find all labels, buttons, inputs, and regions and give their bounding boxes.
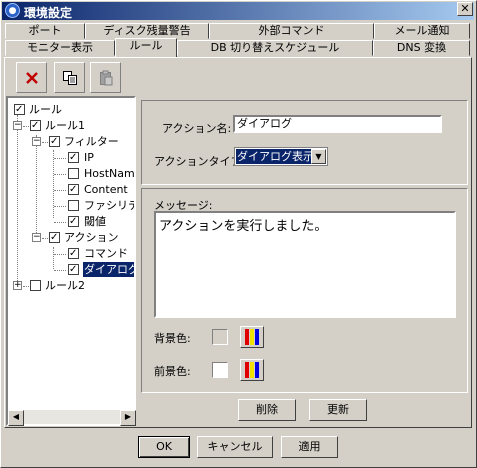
tree-item-threshold[interactable]: 閾値 [8, 214, 134, 229]
tree-item-label: ルール [29, 103, 62, 116]
tab-external-command[interactable]: 外部コマンド [209, 23, 374, 39]
tree-item-command[interactable]: コマンド [8, 246, 134, 261]
delete-icon [25, 71, 38, 84]
tree-item-label: 閾値 [84, 215, 106, 228]
tree-item-dialog[interactable]: ダイアログ [8, 262, 134, 277]
tree-item-ip[interactable]: IP [8, 150, 134, 165]
copy-icon [62, 70, 77, 85]
palette-icon [245, 362, 259, 378]
checkbox[interactable] [14, 102, 25, 117]
collapse-icon[interactable]: − [13, 121, 22, 130]
tree-item-label: コマンド [84, 247, 128, 260]
tree-hscrollbar[interactable]: ◀ ▶ [8, 410, 136, 426]
rule-tree[interactable]: ルール − ルール1 − フィルター IP HostNam Content ファ… [6, 96, 136, 426]
expand-icon[interactable]: + [13, 281, 22, 290]
action-group: アクション名: ダイアログ アクションタイプ: ダイアログ表示 ▼ [141, 100, 468, 185]
tab-disk-warning[interactable]: ディスク残量警告 [85, 23, 209, 39]
tab-db-schedule[interactable]: DB 切り替えスケジュール [177, 40, 373, 56]
action-type-select[interactable]: ダイアログ表示 ▼ [234, 147, 328, 166]
checkbox[interactable] [49, 230, 60, 245]
tree-item-label-selected: ダイアログ [83, 262, 134, 277]
delete-rule-button[interactable] [16, 62, 47, 93]
background-color-button[interactable] [240, 326, 264, 348]
checkbox[interactable] [30, 280, 41, 291]
checkbox[interactable] [68, 150, 79, 165]
paste-button[interactable] [90, 62, 121, 93]
scroll-right-icon[interactable]: ▶ [120, 410, 136, 426]
tree-item-rule1[interactable]: − ルール1 [8, 118, 134, 133]
action-name-label: アクション名: [162, 122, 232, 135]
paste-icon [99, 70, 112, 85]
title-bar[interactable]: ● 環境設定 [2, 2, 474, 20]
tree-item-rules[interactable]: ルール [8, 102, 134, 117]
ok-button[interactable]: OK [138, 436, 190, 458]
tree-item-filter[interactable]: − フィルター [8, 134, 134, 149]
tree-item-facility[interactable]: ファシリティ [8, 198, 134, 213]
checkbox[interactable] [68, 200, 79, 211]
copy-button[interactable] [54, 62, 85, 93]
tree-item-content[interactable]: Content [8, 182, 134, 197]
foreground-color-button[interactable] [240, 359, 264, 381]
apply-button[interactable]: 適用 [281, 436, 338, 458]
checkbox[interactable] [30, 118, 41, 133]
background-color-swatch [212, 329, 228, 345]
app-icon: ● [5, 3, 20, 18]
tree-item-label: IP [84, 151, 94, 164]
tab-monitor-display[interactable]: モニター表示 [5, 40, 115, 56]
action-name-field[interactable]: ダイアログ [233, 115, 442, 133]
action-type-label: アクションタイプ: [154, 155, 246, 168]
tab-mail-notify[interactable]: メール通知 [374, 23, 470, 39]
tree-item-hostname[interactable]: HostNam [8, 166, 135, 181]
tab-port[interactable]: ポート [5, 23, 85, 39]
close-button[interactable]: ✕ [457, 2, 473, 16]
collapse-icon[interactable]: − [32, 233, 41, 242]
tab-rule[interactable]: ルール [115, 38, 177, 57]
delete-button[interactable]: 削除 [238, 399, 296, 421]
checkbox[interactable] [68, 246, 79, 261]
tree-item-label: ルール2 [45, 279, 85, 292]
foreground-color-label: 前景色: [154, 365, 191, 378]
tree-item-action[interactable]: − アクション [8, 230, 134, 245]
background-color-label: 背景色: [154, 332, 191, 345]
tree-item-label: HostNam [84, 167, 135, 180]
cancel-button[interactable]: キャンセル [197, 436, 273, 458]
message-group: メッセージ: アクションを実行しました。 背景色: 前景色: [141, 188, 468, 393]
message-textarea[interactable]: アクションを実行しました。 [154, 211, 456, 318]
tree-item-label: ルール1 [45, 119, 85, 132]
checkbox[interactable] [68, 168, 79, 179]
tab-dns[interactable]: DNS 変換 [373, 40, 470, 56]
tree-item-rule2[interactable]: + ルール2 [8, 278, 134, 293]
scroll-left-icon[interactable]: ◀ [8, 410, 24, 426]
tree-item-label: フィルター [64, 135, 119, 148]
window-title: 環境設定 [24, 6, 73, 20]
update-button[interactable]: 更新 [309, 399, 367, 421]
foreground-color-swatch [212, 362, 228, 378]
tree-item-label: ファシリティ [84, 199, 134, 212]
checkbox[interactable] [49, 134, 60, 149]
collapse-icon[interactable]: − [32, 137, 41, 146]
checkbox[interactable] [68, 214, 79, 229]
action-type-value: ダイアログ表示 [236, 149, 315, 164]
chevron-down-icon[interactable]: ▼ [311, 149, 326, 164]
palette-icon [245, 329, 259, 345]
checkbox[interactable] [68, 182, 79, 197]
tree-item-label: Content [84, 183, 128, 196]
tree-item-label: アクション [64, 231, 119, 244]
checkbox[interactable] [68, 262, 79, 277]
